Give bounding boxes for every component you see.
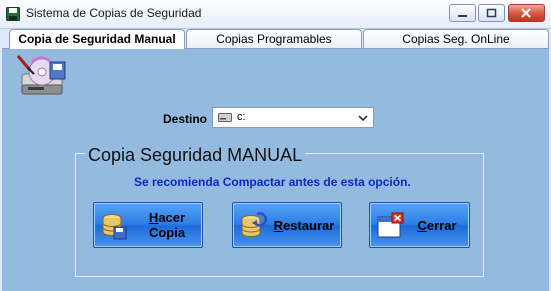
hacer-copia-button[interactable]: Hacer Copia — [93, 202, 203, 248]
backup-software-logo-icon — [16, 55, 66, 95]
tab-copia-manual[interactable]: Copia de Seguridad Manual — [9, 29, 185, 49]
tab-copias-programables[interactable]: Copias Programables — [186, 29, 362, 48]
tab-strip: Copia de Seguridad Manual Copias Program… — [9, 29, 549, 49]
close-window-icon — [377, 212, 404, 238]
restaurar-label: Restaurar — [273, 218, 335, 233]
destino-value: c: — [237, 111, 246, 123]
floppy-disk-icon — [6, 7, 20, 21]
tab-copias-online[interactable]: Copias Seg. OnLine — [363, 29, 549, 48]
restaurar-button[interactable]: Restaurar — [232, 202, 342, 248]
hacer-copia-label: Hacer Copia — [148, 210, 186, 240]
close-icon — [521, 8, 531, 18]
cerrar-button[interactable]: Cerrar — [369, 202, 470, 248]
window-title: Sistema de Copias de Seguridad — [26, 6, 202, 20]
compact-hint-text: Se recomienda Compactar antes de esta op… — [134, 175, 411, 189]
drive-icon — [218, 113, 232, 122]
cerrar-label: Cerrar — [417, 218, 457, 233]
chevron-down-icon[interactable] — [357, 112, 369, 124]
maximize-button[interactable] — [478, 4, 505, 22]
close-button[interactable] — [508, 4, 545, 22]
minimize-icon — [458, 15, 467, 17]
destino-dropdown[interactable]: c: — [212, 107, 374, 128]
destino-label: Destino — [163, 112, 208, 126]
maximize-icon — [486, 8, 497, 18]
database-disk-icon — [102, 214, 127, 240]
minimize-button[interactable] — [449, 4, 476, 22]
group-title: Copia Seguridad MANUAL — [85, 145, 306, 165]
database-restore-icon — [241, 212, 267, 237]
title-bar: Sistema de Copias de Seguridad — [0, 0, 551, 29]
